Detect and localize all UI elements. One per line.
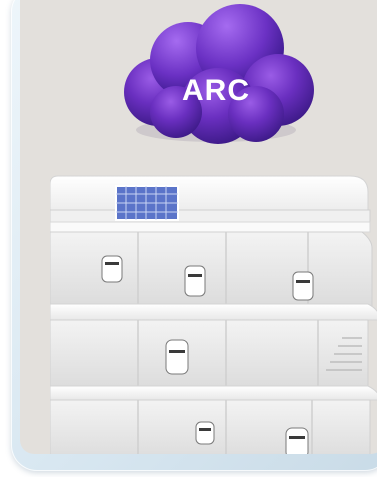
cloud-label: ARC (182, 74, 250, 107)
building-illustration (50, 175, 377, 454)
arc-cloud-badge: ARC (106, 2, 326, 160)
illustration-screen: ARC (20, 0, 377, 454)
solar-panel-icon (115, 185, 179, 221)
